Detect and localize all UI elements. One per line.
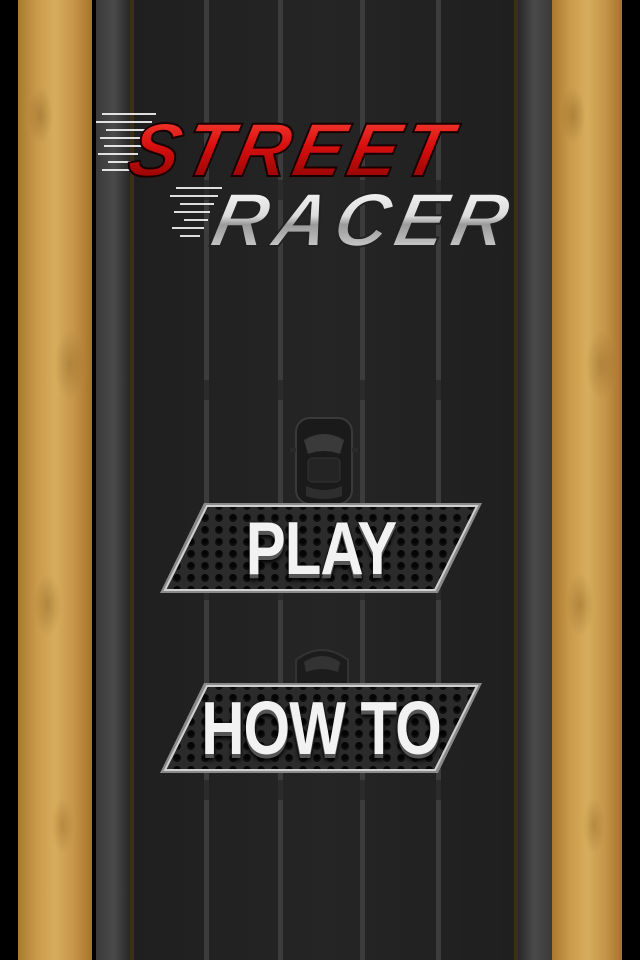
how-to-button-label: HOW TO — [201, 686, 442, 771]
game-screen: STREET RACER PLAY HOW TO — [0, 0, 640, 960]
game-logo: STREET RACER — [96, 96, 552, 256]
logo-line-racer: RACER — [205, 178, 523, 256]
play-button-label: PLAY — [245, 506, 398, 591]
left-sand-shoulder — [18, 0, 92, 960]
how-to-button[interactable]: HOW TO — [156, 680, 486, 776]
right-sand-shoulder — [552, 0, 622, 960]
play-button[interactable]: PLAY — [156, 500, 486, 596]
ghost-car-top-view — [290, 414, 358, 510]
